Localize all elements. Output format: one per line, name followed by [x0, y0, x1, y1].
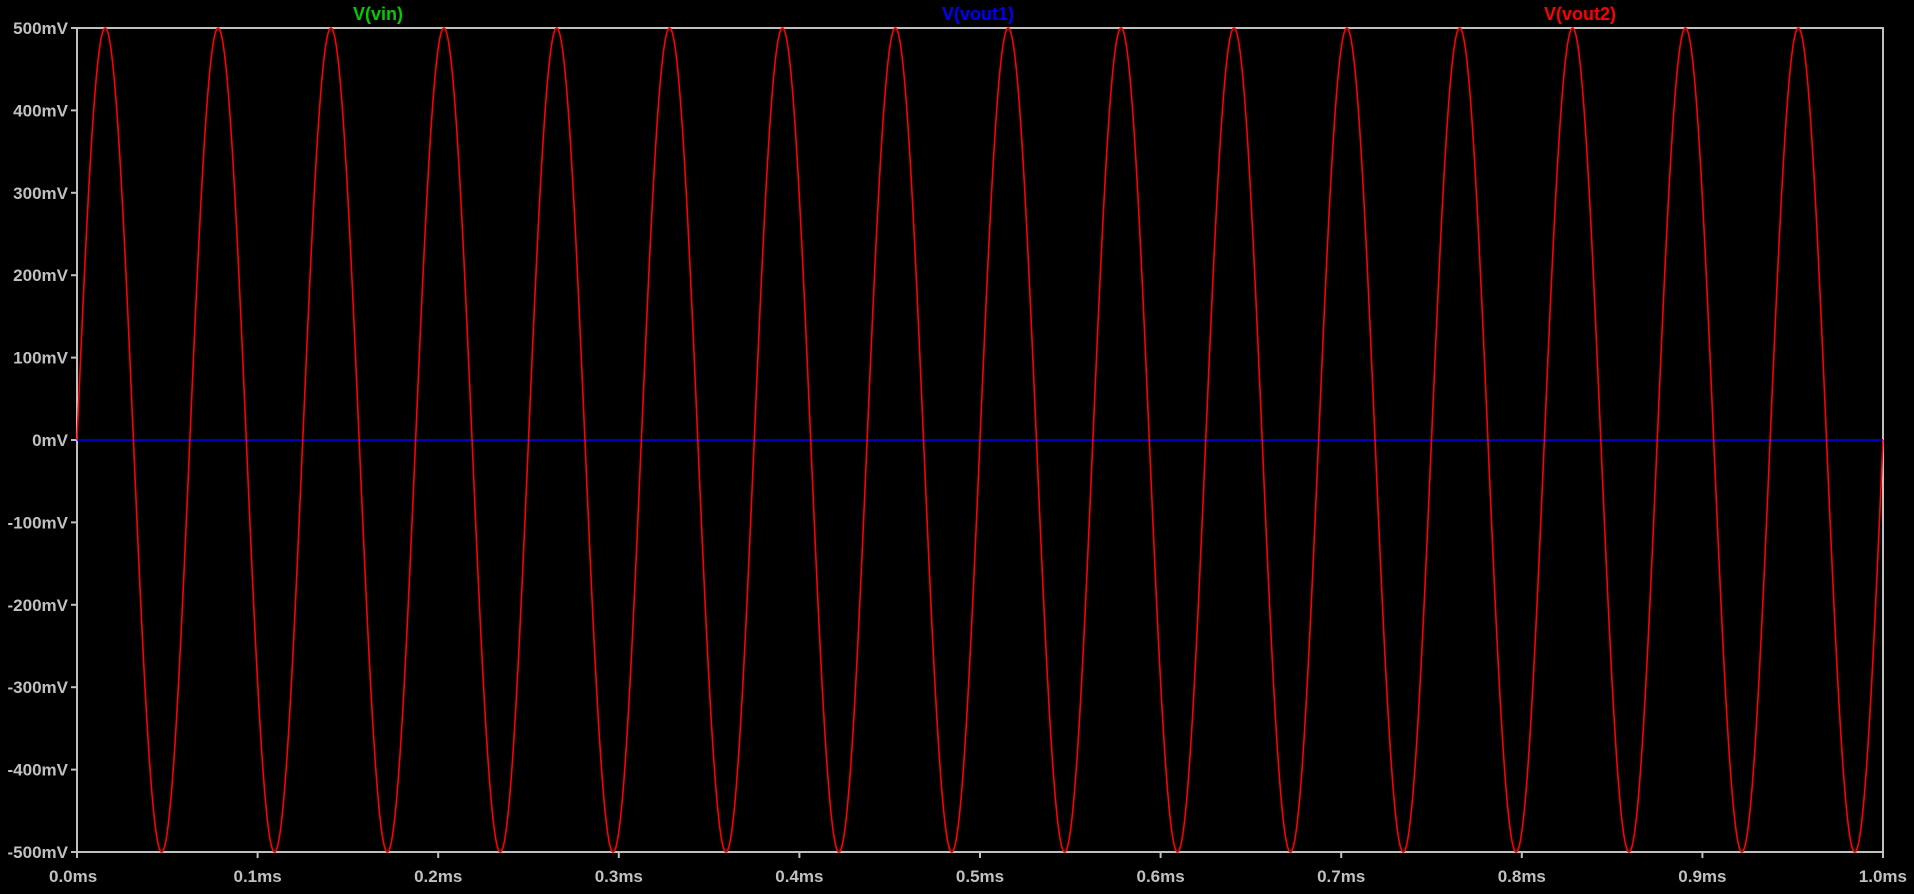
y-tick-label: 400mV: [13, 101, 68, 120]
y-tick-label: 200mV: [13, 266, 68, 285]
x-tick-label: 0.9ms: [1678, 867, 1726, 886]
x-tick-label: 0.6ms: [1136, 867, 1184, 886]
waveform-plot[interactable]: 500mV 400mV 300mV 200mV 100mV 0mV -100mV -200mV…: [0, 0, 1914, 894]
x-axis: 0.0ms 0.1ms 0.2ms 0.3ms 0.4ms 0.5ms 0.6ms 0.7ms…: [49, 852, 1907, 886]
y-tick-label: 100mV: [13, 349, 68, 368]
y-tick-label: -300mV: [8, 678, 69, 697]
waveform-plot-window[interactable]: 500mV 400mV 300mV 200mV 100mV 0mV -100mV -200mV…: [0, 0, 1914, 894]
y-tick-label: -400mV: [8, 761, 69, 780]
y-tick-label: -100mV: [8, 513, 69, 532]
x-tick-label: 1.0ms: [1859, 867, 1907, 886]
legend-label-v-vin[interactable]: V(vin): [353, 4, 403, 24]
x-tick-label: 0.2ms: [414, 867, 462, 886]
y-tick-label: -500mV: [8, 843, 69, 862]
legend: V(vin) V(vout1) V(vout2): [353, 4, 1616, 24]
x-tick-label: 0.5ms: [956, 867, 1004, 886]
x-tick-label: 0.8ms: [1498, 867, 1546, 886]
y-tick-label: 0mV: [32, 431, 69, 450]
y-tick-label: 300mV: [13, 184, 68, 203]
y-axis: 500mV 400mV 300mV 200mV 100mV 0mV -100mV -200mV…: [8, 19, 77, 862]
x-tick-label: 0.4ms: [775, 867, 823, 886]
x-tick-label: 0.3ms: [595, 867, 643, 886]
y-tick-label: -200mV: [8, 596, 69, 615]
y-tick-label: 500mV: [13, 19, 68, 38]
x-tick-label: 0.1ms: [233, 867, 281, 886]
x-tick-label: 0.7ms: [1317, 867, 1365, 886]
x-tick-label: 0.0ms: [49, 867, 97, 886]
legend-label-v-vout1[interactable]: V(vout1): [942, 4, 1014, 24]
legend-label-v-vout2[interactable]: V(vout2): [1544, 4, 1616, 24]
